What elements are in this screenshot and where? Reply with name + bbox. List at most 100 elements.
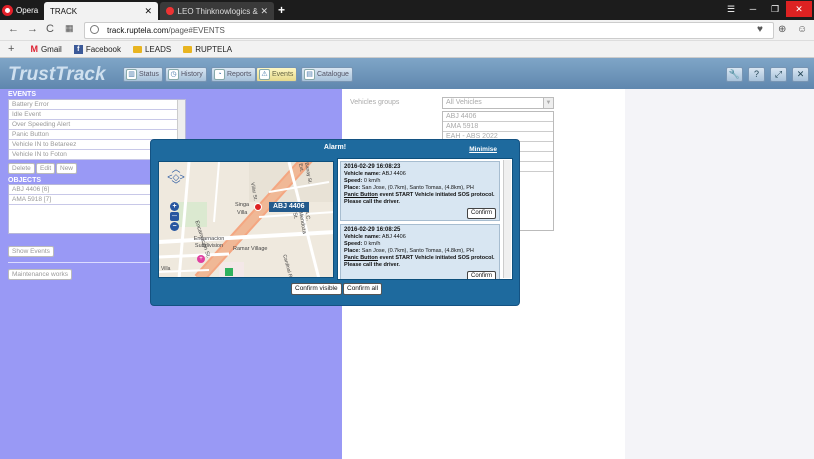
new-tab-button[interactable]: + — [278, 3, 285, 17]
nav-label: Catalogue — [317, 71, 349, 78]
status-icon: ▥ — [126, 69, 137, 80]
event-vehicle: ABJ 4406 — [381, 234, 406, 240]
help-icon[interactable]: ? — [748, 67, 765, 82]
nav-status[interactable]: ▥ Status — [123, 67, 163, 82]
confirm-all-button[interactable]: Confirm all — [343, 283, 383, 295]
vehicle-map-label[interactable]: ABJ 4406 — [269, 202, 309, 212]
confirm-visible-button[interactable]: Confirm visible — [291, 283, 342, 295]
show-events-button[interactable]: Show Events — [8, 246, 54, 257]
minimise-link[interactable]: Minimise — [469, 146, 497, 153]
nav-history[interactable]: ◷ History — [165, 67, 207, 82]
vehicles-groups-select[interactable]: All Vehicles ▼ — [442, 97, 554, 109]
vehicle-item[interactable]: AMA 5918 — [443, 122, 553, 132]
add-bookmark-icon[interactable]: + — [8, 43, 14, 55]
speed-dial-icon[interactable]: ▦ — [65, 23, 74, 34]
event-type-link[interactable]: Panic Button — [344, 255, 378, 261]
tab-track[interactable]: TRACK ✕ — [44, 2, 158, 20]
fullscreen-icon[interactable]: ⤢ — [770, 67, 787, 82]
event-item[interactable]: Over Speeding Alert — [9, 120, 185, 130]
event-datetime: 2016-02-29 16:08:23 — [344, 164, 401, 170]
vehicle-marker-icon[interactable] — [254, 203, 262, 211]
nav-reports[interactable]: ◔ Reports — [211, 67, 256, 82]
history-icon: ◷ — [168, 69, 179, 80]
site-info-icon[interactable] — [90, 25, 99, 34]
browser-tab-bar: Opera TRACK ✕ LEO Thinknowlogics & Pa ✕ … — [0, 0, 814, 20]
field-label: Vehicle name: — [344, 171, 381, 177]
confirm-button[interactable]: Confirm — [466, 271, 496, 279]
nav-label: Reports — [227, 71, 252, 78]
map-place-label: Villa — [161, 266, 171, 272]
map-place-label: Ramar Village — [233, 246, 268, 252]
event-place: San Jose, (0.7km), Santo Tomas, (4.8km),… — [361, 248, 474, 254]
menu-icon[interactable]: ☰ — [720, 1, 742, 17]
url-host: track.ruptela.com — [107, 26, 169, 35]
url-input[interactable]: track.ruptela.com/page#EVENTS — [84, 22, 774, 39]
event-item[interactable]: Battery Error — [9, 100, 185, 110]
reload-icon[interactable]: C — [46, 23, 54, 35]
events-scrollbar[interactable] — [503, 160, 511, 278]
settings-tool-icon[interactable]: 🔧 — [726, 67, 743, 82]
close-tab-icon[interactable]: ✕ — [144, 6, 152, 17]
favicon-icon — [166, 7, 174, 15]
bookmark-leads[interactable]: LEADS — [132, 44, 172, 54]
back-icon[interactable]: ← — [8, 23, 19, 35]
new-button[interactable]: New — [56, 163, 78, 174]
bookmark-facebook[interactable]: f Facebook — [73, 44, 121, 54]
tab-label: LEO Thinknowlogics & Pa — [177, 6, 261, 16]
app-header: TrustTrack ▥ Status ◷ History ◔ Reports ⚠ Ev… — [0, 58, 814, 89]
vehicle-item[interactable]: ABJ 4406 — [443, 112, 553, 122]
event-item[interactable]: Idle Event — [9, 110, 185, 120]
alarm-dialog: Alarm! Minimise Singa Villa Encarnacion … — [150, 139, 520, 306]
account-icon[interactable]: ☺ — [797, 24, 807, 35]
alarm-event-card: 2016-02-29 16:08:25 Vehicle name: ABJ 44… — [340, 224, 500, 279]
zoom-out-icon[interactable]: − — [170, 222, 179, 231]
edit-button[interactable]: Edit — [36, 163, 56, 174]
url-path: /page#EVENTS — [168, 26, 225, 35]
map-place-label: Encarnacion Subdivision — [193, 236, 225, 249]
close-tab-icon[interactable]: ✕ — [260, 6, 268, 17]
address-bar-row: ← → C ▦ track.ruptela.com/page#EVENTS ♥ … — [0, 20, 814, 41]
zoom-slider-icon[interactable]: ─ — [170, 212, 179, 221]
event-vehicle: ABJ 4406 — [381, 171, 406, 177]
event-datetime: 2016-02-29 16:08:25 — [344, 227, 401, 233]
reports-icon: ◔ — [214, 69, 225, 80]
bookmark-ruptela[interactable]: RUPTELA — [183, 45, 232, 54]
field-label: Place: — [344, 248, 361, 254]
bookmark-label: Gmail — [40, 44, 62, 54]
logout-icon[interactable]: ✕ — [792, 67, 809, 82]
opera-menu-label: Opera — [16, 5, 39, 15]
event-type-link[interactable]: Panic Button — [344, 192, 378, 198]
event-place: San Jose, (0.7km), Santo Tomas, (4.8km),… — [361, 185, 474, 191]
hospital-poi-icon: + — [197, 255, 205, 263]
select-value: All Vehicles — [446, 99, 482, 106]
delete-button[interactable]: Delete — [8, 163, 35, 174]
alarm-title: Alarm! — [323, 144, 347, 151]
field-label: Speed: — [344, 241, 363, 247]
maximize-button[interactable]: ❐ — [764, 1, 786, 17]
close-window-button[interactable]: ✕ — [786, 1, 812, 17]
alarm-map[interactable]: Singa Villa Encarnacion St. Encarnacion … — [158, 161, 334, 278]
right-panel — [625, 89, 814, 459]
zoom-in-icon[interactable]: + — [170, 202, 179, 211]
alarm-event-card: 2016-02-29 16:08:23 Vehicle name: ABJ 44… — [340, 161, 500, 221]
bookmark-gmail[interactable]: M Gmail — [30, 44, 61, 54]
pan-control-icon[interactable]: ︿ <◇> ﹀ — [167, 165, 185, 195]
nav-catalogue[interactable]: ▤ Catalogue — [301, 67, 353, 82]
facebook-icon: f — [73, 44, 83, 54]
vehicles-groups-label: Vehicles groups — [350, 99, 400, 106]
download-icon[interactable]: ⊕ — [778, 24, 786, 35]
alarm-events-list[interactable]: 2016-02-29 16:08:23 Vehicle name: ABJ 44… — [337, 158, 513, 280]
opera-logo-icon — [2, 4, 13, 16]
confirm-button[interactable]: Confirm — [466, 208, 496, 219]
heart-icon[interactable]: ♥ — [757, 24, 763, 35]
nav-events[interactable]: ⚠ Events — [256, 67, 298, 82]
minimize-button[interactable]: ─ — [742, 1, 764, 17]
bookmarks-bar: + M Gmail f Facebook LEADS RUPTELA — [0, 41, 814, 58]
opera-menu-button[interactable]: Opera — [2, 2, 42, 18]
maintenance-works-button[interactable]: Maintenance works — [8, 269, 72, 280]
tab-leo[interactable]: LEO Thinknowlogics & Pa ✕ — [160, 2, 274, 20]
field-label: Vehicle name: — [344, 234, 381, 240]
bookmark-label: LEADS — [144, 44, 172, 54]
window-controls: ☰ ─ ❐ ✕ — [720, 1, 812, 17]
forward-icon[interactable]: → — [27, 23, 38, 35]
